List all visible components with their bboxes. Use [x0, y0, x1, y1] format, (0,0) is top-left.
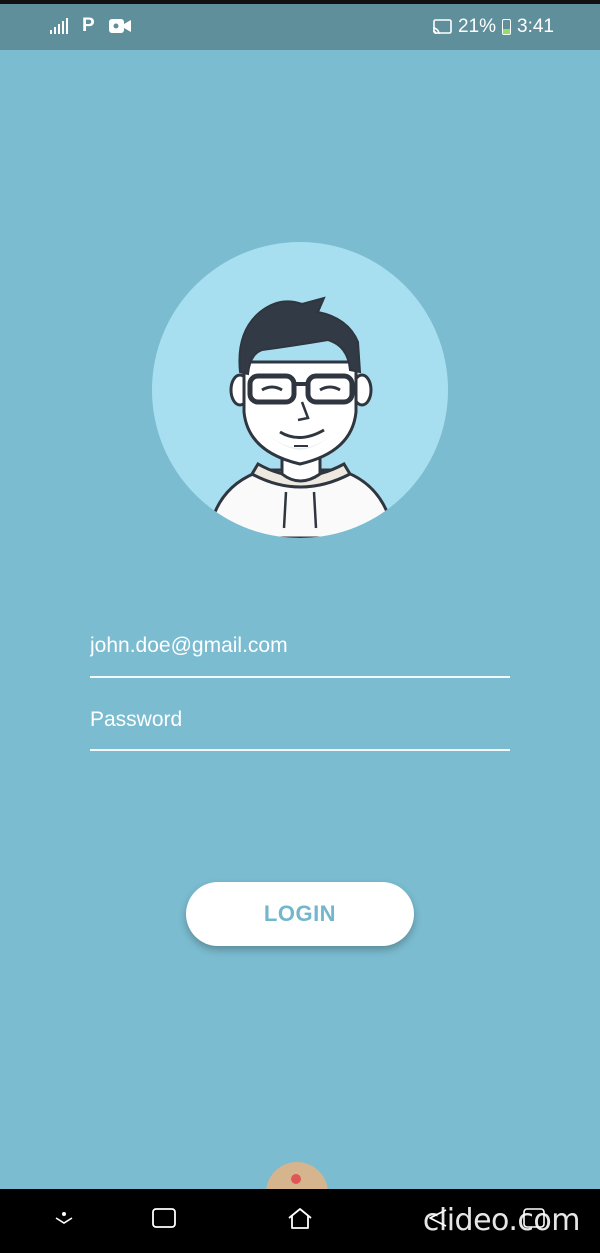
battery-percent: 21%: [457, 16, 497, 37]
avatar-illustration: [210, 296, 392, 538]
home-icon[interactable]: [286, 1207, 314, 1231]
navigation-bar: clideo.com: [0, 1189, 600, 1253]
status-left-icons: P: [50, 16, 131, 36]
watermark: clideo.com: [422, 1203, 581, 1238]
cast-icon: [432, 19, 452, 35]
recents-icon[interactable]: [151, 1207, 177, 1229]
status-bar: P 21% 3:41: [0, 0, 600, 50]
email-field[interactable]: [90, 630, 510, 678]
record-dot-icon: [291, 1174, 301, 1184]
password-field[interactable]: [90, 704, 510, 751]
video-camera-icon: [108, 19, 131, 33]
status-right-icons: 21% 3:41: [432, 16, 554, 38]
p-icon: P: [82, 15, 95, 36]
clock: 3:41: [517, 16, 554, 37]
battery-charging-icon: [502, 19, 512, 35]
user-avatar: [152, 242, 448, 538]
login-button[interactable]: LOGIN: [186, 882, 414, 946]
collapse-icon[interactable]: [54, 1211, 74, 1225]
signal-icon: [50, 18, 68, 34]
